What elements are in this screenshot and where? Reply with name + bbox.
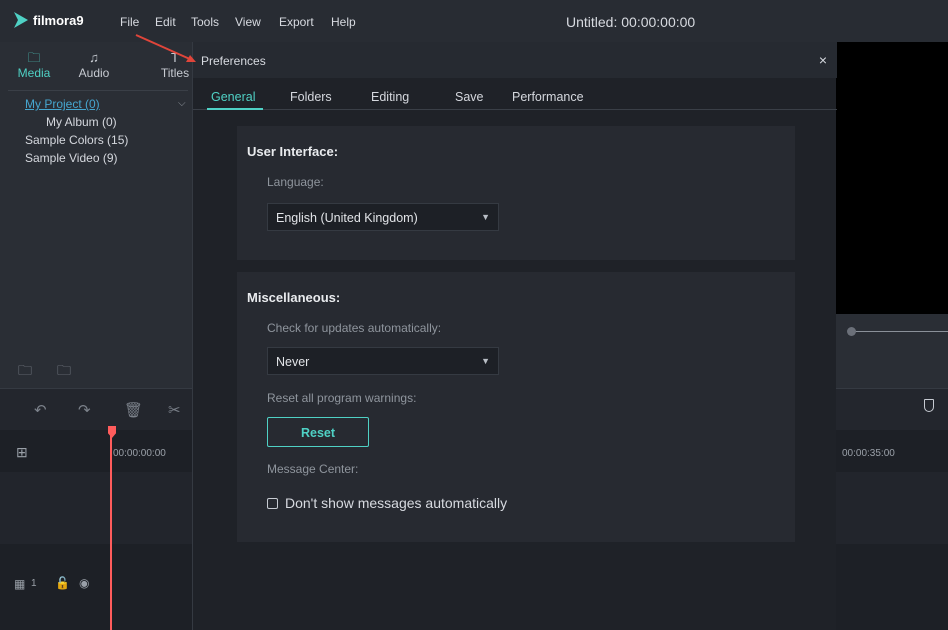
reset-warnings-label: Reset all program warnings: [267,391,417,405]
close-icon[interactable]: × [819,52,827,68]
delete-folder-icon[interactable]: 🗀 [57,360,71,384]
updates-select[interactable]: Never ▼ [267,347,499,375]
dialog-title: Preferences [201,54,266,68]
menu-bar: filmora9 File Edit Tools View Export Hel… [0,0,948,42]
marker-icon[interactable] [924,399,934,412]
tab-folders[interactable]: Folders [290,90,332,104]
music-note-icon: ♫ [89,50,99,65]
preferences-dialog: Preferences × General Folders Editing Sa… [192,42,837,630]
tab-audio-label: Audio [78,66,110,80]
timecode-start: 00:00:00:00 [113,448,166,459]
tab-editing[interactable]: Editing [371,90,409,104]
preview-controls [836,314,948,388]
timeline-area: ⊞ 00:00:00:00 ▦ 1 🔓 ◉ [0,430,192,630]
dont-show-label: Don't show messages automatically [285,495,508,511]
chevron-down-icon: ▼ [481,212,490,222]
track-number: 1 [31,578,37,589]
tab-titles-label: Titles [160,66,190,80]
chevron-down-icon: ▼ [481,356,490,366]
timeline-area-right: 00:00:35:00 [836,430,948,630]
tree-item-sample-video[interactable]: Sample Video (9) [25,151,118,165]
dialog-titlebar: Preferences × [193,42,837,78]
menu-export[interactable]: Export [279,15,314,29]
video-track-icon: ▦ [14,577,26,591]
preview-window [836,42,948,314]
menu-file[interactable]: File [120,15,139,29]
menu-view[interactable]: View [235,15,261,29]
cut-icon[interactable]: ✂ [168,401,181,419]
active-tab-indicator [207,108,263,110]
tree-item-my-album[interactable]: My Album (0) [46,115,117,129]
playhead[interactable] [110,428,112,630]
user-interface-heading: User Interface: [247,144,339,159]
scrubber-knob[interactable] [847,327,856,336]
track-band-right [836,472,948,544]
tab-general[interactable]: General [211,90,255,104]
updates-value: Never [276,355,310,369]
tab-audio[interactable]: ♫ Audio [64,50,124,80]
dialog-tabs: General Folders Editing Save Performance [193,78,837,110]
scrubber-track[interactable] [854,331,948,332]
language-label: Language: [267,175,324,189]
updates-label: Check for updates automatically: [267,321,442,335]
eye-icon[interactable]: ◉ [79,576,89,590]
menu-edit[interactable]: Edit [155,15,176,29]
redo-icon[interactable]: ↷ [78,401,91,419]
reset-button-label: Reset [300,426,336,440]
tab-performance[interactable]: Performance [512,90,584,104]
trash-icon[interactable]: 🗑 [124,401,143,419]
lock-icon[interactable]: 🔓 [55,576,70,590]
tab-save[interactable]: Save [455,90,484,104]
menu-help[interactable]: Help [331,15,356,29]
app-name: filmora9 [33,12,84,28]
track-band [0,472,192,544]
timecode-right: 00:00:35:00 [842,448,895,459]
language-value: English (United Kingdom) [276,211,418,225]
media-panel: 🗀 Media ♫ Audio T Titles My Project (0) … [0,42,192,388]
app-logo: filmora9 [14,12,84,28]
chevron-down-icon[interactable]: ⌵ [178,98,186,109]
window-title: Untitled: 00:00:00:00 [566,14,696,30]
miscellaneous-heading: Miscellaneous: [247,290,341,305]
tab-divider [8,90,188,91]
new-folder-icon[interactable]: 🗀 [18,360,32,384]
tree-item-my-project[interactable]: My Project (0) [25,97,100,111]
folder-icon: 🗀 [27,50,41,65]
filmora-logo-icon [14,12,28,28]
tab-media[interactable]: 🗀 Media [4,50,64,80]
add-track-icon[interactable]: ⊞ [16,444,28,461]
dont-show-checkbox[interactable] [267,498,278,509]
reset-button[interactable]: Reset [267,417,369,447]
miscellaneous-section: Miscellaneous: Check for updates automat… [237,272,795,542]
tab-media-label: Media [17,66,51,80]
language-select[interactable]: English (United Kingdom) ▼ [267,203,499,231]
menu-tools[interactable]: Tools [191,15,219,29]
timeline-toolbar: ↶ ↷ 🗑 ✂ [0,388,192,430]
tree-item-sample-colors[interactable]: Sample Colors (15) [25,133,128,147]
message-center-label: Message Center: [267,462,359,476]
user-interface-section: User Interface: Language: English (Unite… [237,126,795,260]
undo-icon[interactable]: ↶ [34,401,47,419]
